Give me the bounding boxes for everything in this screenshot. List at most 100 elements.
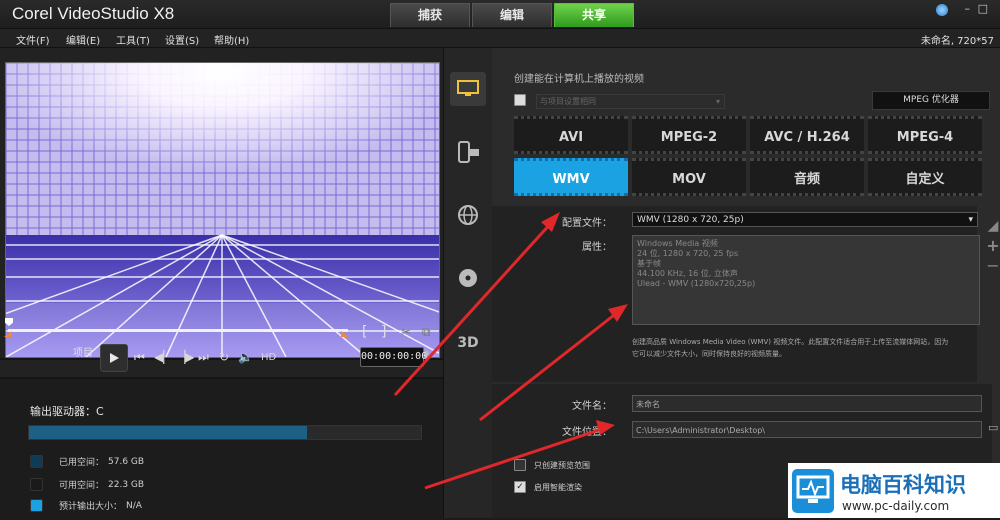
folder-icon[interactable]: ▭ (988, 421, 998, 434)
format-grid: AVI MPEG-2 AVC / H.264 MPEG-4 WMV MOV 音频… (514, 116, 990, 200)
cut-icon[interactable]: ✂ (401, 326, 413, 338)
preview-window[interactable] (5, 62, 440, 358)
disc-icon[interactable] (456, 267, 480, 291)
add-profile-icon[interactable]: + (986, 236, 1000, 255)
menu-tools[interactable]: 工具(T) (116, 32, 150, 47)
go-start-icon[interactable]: ⏮ (134, 351, 145, 363)
props-line: 基于帧 (637, 259, 661, 268)
timecode-spinner[interactable]: ▲ ▼ (424, 349, 429, 363)
disk-usage-fill (29, 426, 308, 439)
output-drive-label: 输出驱动器：C (30, 405, 104, 418)
tab-share[interactable]: 共享 (554, 3, 634, 27)
remove-profile-icon[interactable]: − (986, 256, 1000, 275)
globe-icon[interactable] (936, 4, 948, 16)
volume-icon[interactable]: 🔈 (238, 351, 253, 363)
profile-value: WMV (1280 x 720, 25p) (637, 215, 744, 225)
filename-input[interactable]: 未命名 (632, 395, 982, 412)
same-as-project-select: 与项目设置相同 ▾ (536, 94, 725, 109)
location-input[interactable]: C:\Users\Administrator\Desktop\ (632, 421, 982, 438)
chevron-down-icon: ▾ (968, 215, 973, 225)
profile-select[interactable]: WMV (1280 x 720, 25p) ▾ (632, 212, 978, 227)
profile-label: 配置文件： (562, 218, 612, 229)
description-line: 创建高品质 Windows Media Video (WMV) 视频文件。此配置… (632, 338, 949, 346)
used-label: 已用空间： (59, 458, 105, 468)
menu-file[interactable]: 文件(F) (16, 32, 50, 47)
tab-capture[interactable]: 捕获 (390, 3, 470, 27)
share-target-bar: 3D (443, 48, 493, 518)
format-mpeg4[interactable]: MPEG-4 (868, 116, 982, 154)
format-mpeg2[interactable]: MPEG-2 (632, 116, 746, 154)
repeat-icon[interactable]: ↻ (219, 351, 229, 363)
computer-icon[interactable] (450, 72, 486, 106)
format-custom[interactable]: 自定义 (868, 158, 982, 196)
menu-edit[interactable]: 编辑(E) (66, 32, 100, 47)
3d-icon[interactable]: 3D (456, 331, 480, 355)
used-value: 57.6 GB (108, 456, 145, 467)
legend-free: 可用空间： 22.3 GB (30, 478, 144, 491)
free-label: 可用空间： (59, 481, 105, 491)
watermark: 电脑百科知识 www.pc-daily.com (788, 463, 1000, 518)
used-swatch (30, 455, 43, 468)
props-line: 24 位, 1280 x 720, 25 fps (637, 249, 739, 258)
section-title: 创建能在计算机上播放的视频 (514, 74, 644, 85)
timeline-scrubber[interactable] (8, 329, 348, 332)
location-label: 文件位置： (562, 427, 612, 438)
title-bar: Corel VideoStudio X8 捕获 编辑 共享 – □ (0, 0, 1000, 29)
tab-edit[interactable]: 编辑 (472, 3, 552, 27)
preview-range-option[interactable]: 只创建预览范围 (514, 459, 590, 471)
format-mov[interactable]: MOV (632, 158, 746, 196)
hd-toggle[interactable]: HD (261, 352, 276, 363)
estimated-swatch (30, 499, 43, 512)
format-audio[interactable]: 音频 (750, 158, 864, 196)
mark-in-button[interactable]: [ (360, 324, 368, 340)
menu-help[interactable]: 帮助(H) (214, 32, 249, 47)
go-end-icon[interactable]: ⏭ (198, 351, 209, 363)
app-title: Corel VideoStudio X8 (12, 4, 175, 23)
free-value: 22.3 GB (108, 479, 145, 490)
free-swatch (30, 478, 43, 491)
smart-render-label: 启用智能渲染 (534, 482, 582, 492)
output-drive-panel: 输出驱动器：C 已用空间： 57.6 GB 可用空间： 22.3 GB 预计输出… (0, 377, 443, 520)
device-icon[interactable] (456, 141, 480, 165)
menu-settings[interactable]: 设置(S) (165, 32, 199, 47)
format-avc[interactable]: AVC / H.264 (750, 116, 864, 154)
props-line: Ulead - WMV (1280x720,25p) (637, 279, 756, 288)
menu-bar: 文件(F) 编辑(E) 工具(T) 设置(S) 帮助(H) 未命名, 720*5… (0, 29, 1000, 48)
format-avi[interactable]: AVI (514, 116, 628, 154)
copy-icon[interactable]: ⧉ (422, 326, 434, 338)
mark-out-button[interactable]: ] (380, 324, 388, 340)
play-button[interactable] (100, 344, 128, 372)
estimated-label: 预计输出大小： (59, 502, 123, 512)
next-frame-icon[interactable]: ▕▶ (176, 351, 194, 363)
prev-frame-icon[interactable]: ◀▏ (154, 351, 172, 363)
preview-range-checkbox[interactable] (514, 459, 526, 471)
same-as-project-checkbox[interactable] (514, 94, 526, 106)
web-icon[interactable] (456, 204, 480, 228)
legend-used: 已用空间： 57.6 GB (30, 455, 144, 468)
project-info: 未命名, 720*57 (920, 36, 994, 47)
preview-range-label: 只创建预览范围 (534, 460, 590, 470)
timecode-display[interactable]: 00:00:00:00 (360, 347, 427, 367)
properties-box: Windows Media 视频 24 位, 1280 x 720, 25 fp… (632, 235, 980, 325)
watermark-url: www.pc-daily.com (842, 499, 950, 513)
smart-render-checkbox[interactable]: ✓ (514, 481, 526, 493)
format-wmv[interactable]: WMV (514, 158, 628, 196)
properties-label: 属性： (582, 242, 612, 253)
project-mode-label[interactable]: 项目 (73, 344, 93, 359)
preview-image (6, 63, 439, 357)
smart-render-option[interactable]: ✓ 启用智能渲染 (514, 481, 582, 493)
workspace-tabs: 捕获 编辑 共享 (390, 3, 636, 27)
minimize-icon[interactable]: – (965, 2, 971, 15)
watermark-title: 电脑百科知识 (840, 473, 966, 497)
play-icon (110, 353, 119, 363)
monitor-logo-icon (792, 469, 834, 513)
legend-estimated: 预计输出大小： N/A (30, 499, 142, 512)
scroll-up-icon[interactable]: ◢ (986, 218, 1000, 234)
chevron-down-icon: ▾ (715, 97, 720, 106)
maximize-icon[interactable]: □ (978, 2, 988, 15)
mpeg-optimizer-button[interactable]: MPEG 优化器 (872, 91, 990, 110)
description-line: 它可以减少文件大小，同时保持良好的视频质量。 (632, 350, 786, 358)
props-line: Windows Media 视频 (637, 239, 718, 248)
share-settings-panel: 创建能在计算机上播放的视频 与项目设置相同 ▾ MPEG 优化器 AVI MPE… (492, 48, 1000, 518)
same-as-project-label: 与项目设置相同 (540, 97, 596, 106)
